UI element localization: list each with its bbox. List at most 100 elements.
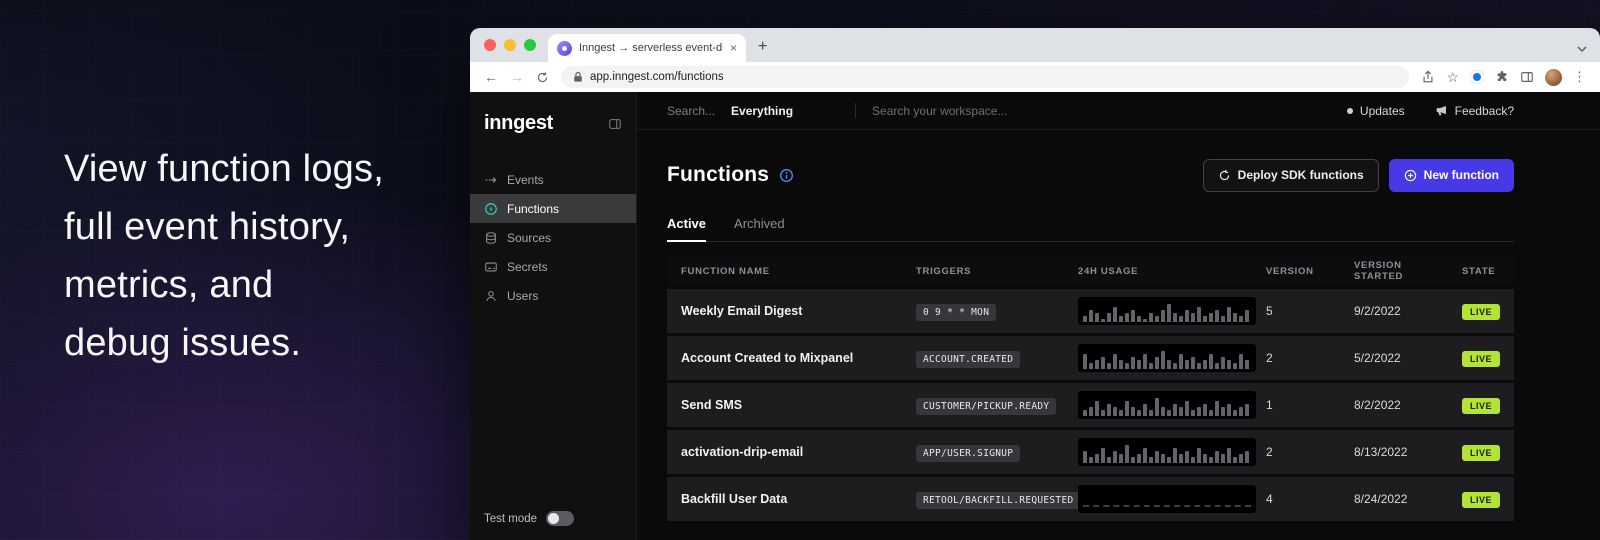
version-started-value: 5/2/2022 bbox=[1342, 351, 1450, 365]
table-row[interactable]: Backfill User Data RETOOL/BACKFILL.REQUE… bbox=[667, 477, 1514, 521]
function-name: activation-drip-email bbox=[667, 445, 904, 459]
function-name: Account Created to Mixpanel bbox=[667, 351, 904, 365]
browser-tab-strip: Inngest → serverless event-dri × + bbox=[470, 28, 1600, 62]
share-icon[interactable] bbox=[1421, 70, 1435, 84]
close-tab-icon[interactable]: × bbox=[730, 42, 737, 54]
feedback-button[interactable]: Feedback? bbox=[1435, 104, 1514, 118]
window-controls bbox=[484, 39, 536, 51]
trigger-badge: 0 9 * * MON bbox=[916, 304, 996, 321]
function-name: Send SMS bbox=[667, 398, 904, 412]
version-value: 5 bbox=[1254, 304, 1342, 318]
deploy-button-label: Deploy SDK functions bbox=[1238, 168, 1364, 182]
main-area: Search... Everything Updates bbox=[637, 92, 1600, 540]
tab-search-chevron-icon[interactable] bbox=[1576, 45, 1588, 53]
hero-line: full event history, bbox=[64, 198, 384, 256]
table-row[interactable]: Send SMS CUSTOMER/PICKUP.READY 1 8/2/202… bbox=[667, 383, 1514, 427]
col-usage: 24H USAGE bbox=[1066, 266, 1254, 277]
test-mode-row: Test mode bbox=[470, 499, 636, 540]
browser-tab[interactable]: Inngest → serverless event-dri × bbox=[548, 34, 746, 62]
events-icon bbox=[484, 173, 498, 187]
workspace-search-input[interactable] bbox=[872, 104, 1152, 118]
zoom-window-button[interactable] bbox=[524, 39, 536, 51]
test-mode-label: Test mode bbox=[484, 513, 537, 525]
usage-sparkline bbox=[1078, 297, 1256, 325]
search-scope-everything[interactable]: Everything bbox=[731, 104, 793, 118]
inngest-favicon-icon bbox=[557, 41, 572, 56]
state-badge: LIVE bbox=[1462, 351, 1500, 367]
url-text: app.inngest.com/functions bbox=[590, 71, 724, 83]
browser-menu-icon[interactable]: ⋮ bbox=[1573, 69, 1586, 85]
deploy-sdk-functions-button[interactable]: Deploy SDK functions bbox=[1203, 159, 1379, 192]
forward-icon[interactable]: → bbox=[510, 70, 524, 84]
workspace-topbar: Search... Everything Updates bbox=[637, 92, 1600, 130]
functions-icon bbox=[484, 202, 498, 216]
browser-address-bar: ← → app.inngest.com/functions ☆ bbox=[470, 62, 1600, 92]
deploy-icon bbox=[1218, 169, 1231, 182]
collapse-sidebar-icon[interactable] bbox=[608, 117, 622, 131]
version-value: 1 bbox=[1254, 398, 1342, 412]
url-field[interactable]: app.inngest.com/functions bbox=[561, 66, 1409, 88]
back-icon[interactable]: ← bbox=[484, 70, 498, 84]
lock-icon bbox=[573, 71, 583, 83]
updates-dot-icon bbox=[1347, 108, 1353, 114]
new-tab-button[interactable]: + bbox=[758, 39, 767, 55]
state-badge: LIVE bbox=[1462, 492, 1500, 508]
state-badge: LIVE bbox=[1462, 398, 1500, 414]
inngest-logo: inngest bbox=[484, 112, 553, 135]
browser-window: Inngest → serverless event-dri × + ← → a… bbox=[470, 28, 1600, 540]
profile-avatar[interactable] bbox=[1545, 69, 1562, 86]
sidebar-item-label: Users bbox=[507, 289, 538, 303]
functions-table: FUNCTION NAME TRIGGERS 24H USAGE VERSION… bbox=[667, 256, 1514, 521]
hero-line: debug issues. bbox=[64, 314, 384, 372]
page-background: View function logs, full event history, … bbox=[0, 0, 1600, 540]
bookmark-star-icon[interactable]: ☆ bbox=[1446, 70, 1459, 84]
sidebar-item-label: Sources bbox=[507, 231, 551, 245]
version-started-value: 8/13/2022 bbox=[1342, 445, 1450, 459]
sidebar-item-users[interactable]: Users bbox=[470, 281, 636, 310]
version-value: 2 bbox=[1254, 445, 1342, 459]
megaphone-icon bbox=[1435, 104, 1448, 117]
tab-active[interactable]: Active bbox=[667, 216, 706, 242]
functions-page: Functions Deploy SDK functions bbox=[637, 130, 1600, 540]
sidebar-item-secrets[interactable]: Secrets bbox=[470, 252, 636, 281]
table-row[interactable]: activation-drip-email APP/USER.SIGNUP 2 … bbox=[667, 430, 1514, 474]
info-icon[interactable] bbox=[779, 168, 794, 183]
table-header: FUNCTION NAME TRIGGERS 24H USAGE VERSION… bbox=[667, 256, 1514, 286]
sources-icon bbox=[484, 231, 498, 245]
address-bar-actions: ☆ ⋮ bbox=[1421, 69, 1586, 86]
col-version: VERSION bbox=[1254, 266, 1342, 277]
extension-badge-icon[interactable] bbox=[1470, 70, 1484, 84]
reload-icon[interactable] bbox=[536, 71, 549, 84]
sidebar-item-label: Events bbox=[507, 173, 544, 187]
new-function-button[interactable]: New function bbox=[1389, 159, 1514, 192]
minimize-window-button[interactable] bbox=[504, 39, 516, 51]
users-icon bbox=[484, 289, 498, 303]
col-triggers: TRIGGERS bbox=[904, 266, 1066, 277]
table-row[interactable]: Weekly Email Digest 0 9 * * MON 5 9/2/20… bbox=[667, 289, 1514, 333]
search-label: Search... bbox=[667, 104, 715, 118]
state-badge: LIVE bbox=[1462, 304, 1500, 320]
split-window-icon[interactable] bbox=[1520, 70, 1534, 84]
updates-button[interactable]: Updates bbox=[1347, 104, 1405, 118]
version-started-value: 8/24/2022 bbox=[1342, 492, 1450, 506]
hero-text: View function logs, full event history, … bbox=[64, 140, 384, 372]
extensions-puzzle-icon[interactable] bbox=[1495, 70, 1509, 84]
topbar-divider bbox=[855, 103, 856, 118]
sidebar-item-label: Secrets bbox=[507, 260, 548, 274]
plus-circle-icon bbox=[1404, 169, 1417, 182]
table-row[interactable]: Account Created to Mixpanel ACCOUNT.CREA… bbox=[667, 336, 1514, 380]
sidebar-item-functions[interactable]: Functions bbox=[470, 194, 636, 223]
close-window-button[interactable] bbox=[484, 39, 496, 51]
tab-title: Inngest → serverless event-dri bbox=[579, 42, 723, 54]
test-mode-toggle[interactable] bbox=[546, 511, 574, 526]
sidebar-item-events[interactable]: Events bbox=[470, 165, 636, 194]
secrets-icon bbox=[484, 260, 498, 274]
trigger-badge: CUSTOMER/PICKUP.READY bbox=[916, 398, 1056, 415]
col-function-name: FUNCTION NAME bbox=[667, 266, 904, 277]
sidebar-item-sources[interactable]: Sources bbox=[470, 223, 636, 252]
sidebar-nav: Events Functions Sources bbox=[470, 165, 636, 310]
version-started-value: 8/2/2022 bbox=[1342, 398, 1450, 412]
sidebar-item-label: Functions bbox=[507, 202, 559, 216]
version-value: 2 bbox=[1254, 351, 1342, 365]
tab-archived[interactable]: Archived bbox=[734, 216, 785, 241]
